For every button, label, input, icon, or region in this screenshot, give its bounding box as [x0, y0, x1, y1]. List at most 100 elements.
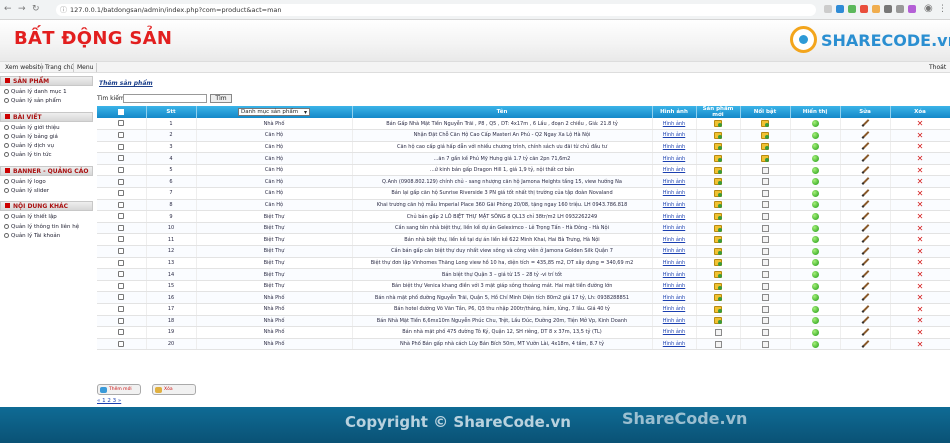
edit-pencil-icon[interactable]	[861, 131, 869, 139]
hot-toggle-icon[interactable]	[761, 201, 769, 209]
hot-toggle-icon[interactable]	[761, 189, 769, 197]
pagination[interactable]: « 1 2 3 »	[97, 398, 121, 404]
row-name[interactable]: Biệt thự đơn lập Vinhomes Thăng Long vie…	[352, 257, 653, 270]
search-input[interactable]	[123, 94, 207, 103]
row-checkbox[interactable]	[118, 236, 125, 243]
extension-icon[interactable]	[872, 5, 880, 13]
row-name[interactable]: Bán nhà mặt phố 475 đường Tô Ký, Quận 12…	[352, 326, 653, 339]
sidebar-item[interactable]: Quản lý thiết lập	[0, 213, 93, 222]
delete-x-icon[interactable]: ✕	[917, 328, 924, 336]
row-name[interactable]: ...ứ kinh bán gấp Dragon Hill 1, giá 1,9…	[352, 164, 653, 177]
edit-pencil-icon[interactable]	[861, 212, 869, 220]
row-checkbox[interactable]	[118, 201, 125, 208]
image-link[interactable]: Hình ảnh	[663, 202, 685, 208]
image-link[interactable]: Hình ảnh	[663, 144, 685, 150]
delete-x-icon[interactable]: ✕	[917, 155, 924, 163]
visible-icon[interactable]	[811, 294, 819, 302]
delete-x-icon[interactable]: ✕	[917, 247, 924, 255]
edit-pencil-icon[interactable]	[861, 154, 869, 162]
visible-icon[interactable]	[811, 224, 819, 232]
edit-pencil-icon[interactable]	[861, 304, 869, 313]
new-toggle-icon[interactable]	[714, 189, 722, 197]
row-checkbox[interactable]	[118, 329, 125, 336]
visible-icon[interactable]	[811, 143, 819, 151]
row-checkbox[interactable]	[118, 178, 125, 185]
new-toggle-icon[interactable]	[714, 155, 722, 163]
visible-icon[interactable]	[811, 120, 819, 128]
extension-icon[interactable]	[896, 5, 904, 13]
select-all-checkbox[interactable]	[118, 108, 125, 115]
new-toggle-icon[interactable]	[714, 178, 722, 186]
edit-pencil-icon[interactable]	[861, 281, 869, 290]
visible-icon[interactable]	[811, 201, 819, 209]
row-name[interactable]: Bán Nhà Mặt Tiền 6,6mx10m Nguyễn Phúc Ch…	[352, 315, 653, 328]
row-name[interactable]: Nhận Đặt Chỗ Căn Hộ Cao Cấp Masteri An P…	[352, 129, 653, 142]
new-toggle-icon[interactable]	[714, 340, 722, 348]
row-checkbox[interactable]	[118, 213, 125, 220]
edit-pencil-icon[interactable]	[861, 223, 869, 232]
new-toggle-icon[interactable]	[714, 305, 722, 313]
delete-x-icon[interactable]: ✕	[917, 131, 924, 139]
image-link[interactable]: Hình ảnh	[663, 341, 685, 347]
back-icon[interactable]: ←	[4, 4, 12, 14]
delete-x-icon[interactable]: ✕	[917, 166, 924, 174]
visible-icon[interactable]	[811, 340, 819, 348]
hot-toggle-icon[interactable]	[761, 328, 769, 336]
row-checkbox[interactable]	[118, 248, 125, 255]
hot-toggle-icon[interactable]	[761, 247, 769, 255]
extension-icon[interactable]	[824, 5, 832, 13]
hot-toggle-icon[interactable]	[761, 143, 769, 151]
reload-icon[interactable]: ↻	[32, 4, 40, 14]
image-link[interactable]: Hình ảnh	[663, 306, 685, 312]
visible-icon[interactable]	[811, 213, 819, 221]
row-name[interactable]: ...ăn 7 gần kề Phú Mỹ Hưng giá 1.7 tỷ că…	[352, 152, 653, 165]
delete-x-icon[interactable]: ✕	[917, 305, 924, 313]
edit-pencil-icon[interactable]	[861, 200, 869, 209]
row-name[interactable]: Bán hotel đường Võ Văn Tần, P6, Q3 thu n…	[352, 303, 653, 316]
delete-x-icon[interactable]: ✕	[917, 294, 924, 302]
row-checkbox[interactable]	[118, 340, 125, 347]
delete-x-icon[interactable]: ✕	[917, 178, 924, 186]
nav-view-website[interactable]: Xem website	[5, 64, 44, 71]
row-checkbox[interactable]	[118, 317, 125, 324]
row-checkbox[interactable]	[118, 190, 125, 197]
hot-toggle-icon[interactable]	[761, 213, 769, 221]
extension-icon[interactable]	[884, 5, 892, 13]
nav-home[interactable]: Trang chủ	[45, 64, 74, 71]
sidebar-item[interactable]: Quản lý slider	[0, 187, 93, 196]
new-toggle-icon[interactable]	[714, 236, 722, 244]
row-name[interactable]: Chủ bán gấp 2 LÔ BIỆT THỰ MẶT SÔNG 8 QL1…	[352, 210, 653, 223]
sidebar-item[interactable]: Quản lý bảng giá	[0, 133, 93, 142]
menu-kebab-icon[interactable]: ⋮	[938, 4, 947, 14]
nav-logout[interactable]: Thoát	[929, 64, 946, 71]
address-bar[interactable]: ⓘ 127.0.0.1/batdongsan/admin/index.php?c…	[56, 4, 816, 16]
new-toggle-icon[interactable]	[714, 247, 722, 255]
delete-x-icon[interactable]: ✕	[917, 143, 924, 151]
edit-pencil-icon[interactable]	[861, 246, 869, 255]
visible-icon[interactable]	[811, 166, 819, 174]
image-link[interactable]: Hình ảnh	[663, 260, 685, 266]
edit-pencil-icon[interactable]	[861, 142, 869, 151]
edit-pencil-icon[interactable]	[861, 177, 869, 186]
delete-x-icon[interactable]: ✕	[917, 282, 924, 290]
visible-icon[interactable]	[811, 328, 819, 336]
visible-icon[interactable]	[811, 131, 819, 139]
row-name[interactable]: Cần sang tên nhà biệt thự, liền kề dự án…	[352, 222, 653, 235]
hot-toggle-icon[interactable]	[761, 155, 769, 163]
new-toggle-icon[interactable]	[714, 271, 722, 279]
image-link[interactable]: Hình ảnh	[663, 248, 685, 254]
row-checkbox[interactable]	[118, 259, 125, 266]
category-select[interactable]: Danh mục sản phẩm	[238, 108, 310, 116]
new-toggle-icon[interactable]	[714, 224, 722, 232]
visible-icon[interactable]	[811, 271, 819, 279]
delete-selected-button[interactable]: Xóa	[152, 384, 196, 395]
row-checkbox[interactable]	[118, 306, 125, 313]
new-toggle-icon[interactable]	[714, 120, 722, 128]
delete-x-icon[interactable]: ✕	[917, 224, 924, 232]
hot-toggle-icon[interactable]	[761, 282, 769, 290]
edit-pencil-icon[interactable]	[861, 316, 869, 325]
image-link[interactable]: Hình ảnh	[663, 295, 685, 301]
delete-x-icon[interactable]: ✕	[917, 317, 924, 325]
hot-toggle-icon[interactable]	[761, 178, 769, 186]
row-name[interactable]: Q.Anh (0908.802.129) chính chủ - sang nh…	[352, 175, 653, 189]
